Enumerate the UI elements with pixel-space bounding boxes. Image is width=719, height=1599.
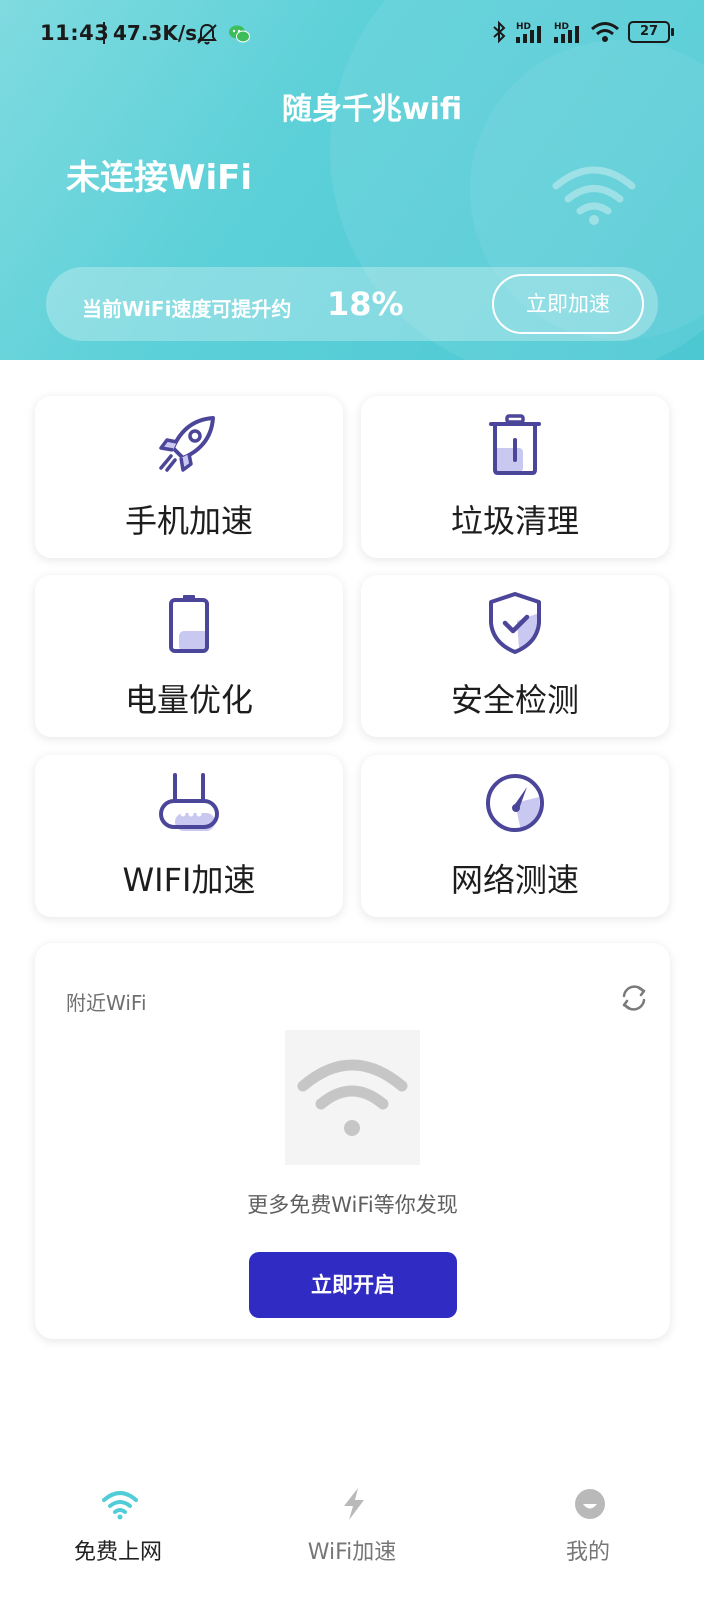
speed-boost-bar: 当前WiFi速度可提升约 18% 立即加速 [46,267,658,341]
status-time: 11:43 [40,21,110,45]
connection-status: 未连接WiFi [66,158,253,198]
battery-level: 27 [639,24,659,39]
feature-label: 手机加速 [124,502,253,540]
bluetooth-icon [493,20,506,44]
feature-label: WIFI加速 [122,861,256,899]
nav-label: WiFi加速 [307,1540,397,1565]
lightning-icon [344,1488,364,1520]
wifi-icon [552,166,636,225]
boost-percent: 18% [327,285,404,323]
nearby-wifi-panel: 附近WiFi 更多免费WiFi等你发现 立即开启 [35,943,670,1339]
status-bar: 11:43 47.3K/s HD HD 27 [0,0,704,66]
bottom-nav: 免费上网 WiFi加速 我的 [0,1480,704,1580]
feature-card-wifi-boost[interactable]: WIFI加速 [35,755,343,917]
wechat-icon [229,25,250,43]
rocket-icon [159,416,215,472]
feature-card-battery-optimize[interactable]: 电量优化 [35,575,343,737]
router-icon [159,773,219,831]
trash-icon [489,414,541,475]
profile-icon [575,1489,605,1519]
app-title: 随身千兆wifi [281,92,463,127]
svg-text:HD: HD [516,22,531,32]
empty-wifi-illustration [285,1030,420,1165]
feature-card-network-speedtest[interactable]: 网络测速 [361,755,669,917]
feature-card-junk-clean[interactable]: 垃圾清理 [361,396,669,558]
header: 11:43 47.3K/s HD HD 27 随身千兆wifi 未连接WiFi … [0,0,704,360]
nav-label: 免费上网 [73,1540,162,1565]
signal-hd-icon: HD [554,22,579,43]
signal-hd-icon: HD [516,22,541,43]
feature-card-phone-boost[interactable]: 手机加速 [35,396,343,558]
feature-label: 网络测速 [450,861,579,899]
feature-label: 垃圾清理 [450,502,579,540]
open-now-button[interactable]: 立即开启 [249,1252,457,1318]
nearby-wifi-hint: 更多免费WiFi等你发现 [247,1193,458,1217]
battery-icon: 27 [628,21,674,43]
refresh-icon[interactable] [619,983,649,1013]
nearby-wifi-title: 附近WiFi [66,991,147,1015]
speedometer-icon [486,774,544,832]
status-network-speed: 47.3K/s [113,21,198,45]
wifi-icon [297,1059,408,1136]
status-icons: HD HD 27 [492,20,674,44]
boost-now-button[interactable]: 立即加速 [492,274,644,334]
app-screen: 11:43 47.3K/s HD HD 27 随身千兆wifi 未连接WiFi … [0,0,719,1599]
feature-label: 电量优化 [124,681,253,719]
feature-card-security-check[interactable]: 安全检测 [361,575,669,737]
svg-text:HD: HD [554,22,569,32]
wifi-icon [102,1491,138,1520]
shield-check-icon [489,592,541,654]
status-divider [103,22,105,44]
feature-label: 安全检测 [450,681,579,719]
bell-mute-icon [197,23,217,45]
wifi-icon [591,22,619,42]
boost-description: 当前WiFi速度可提升约 [82,297,292,321]
nav-label: 我的 [565,1540,610,1565]
battery-icon [169,595,209,653]
